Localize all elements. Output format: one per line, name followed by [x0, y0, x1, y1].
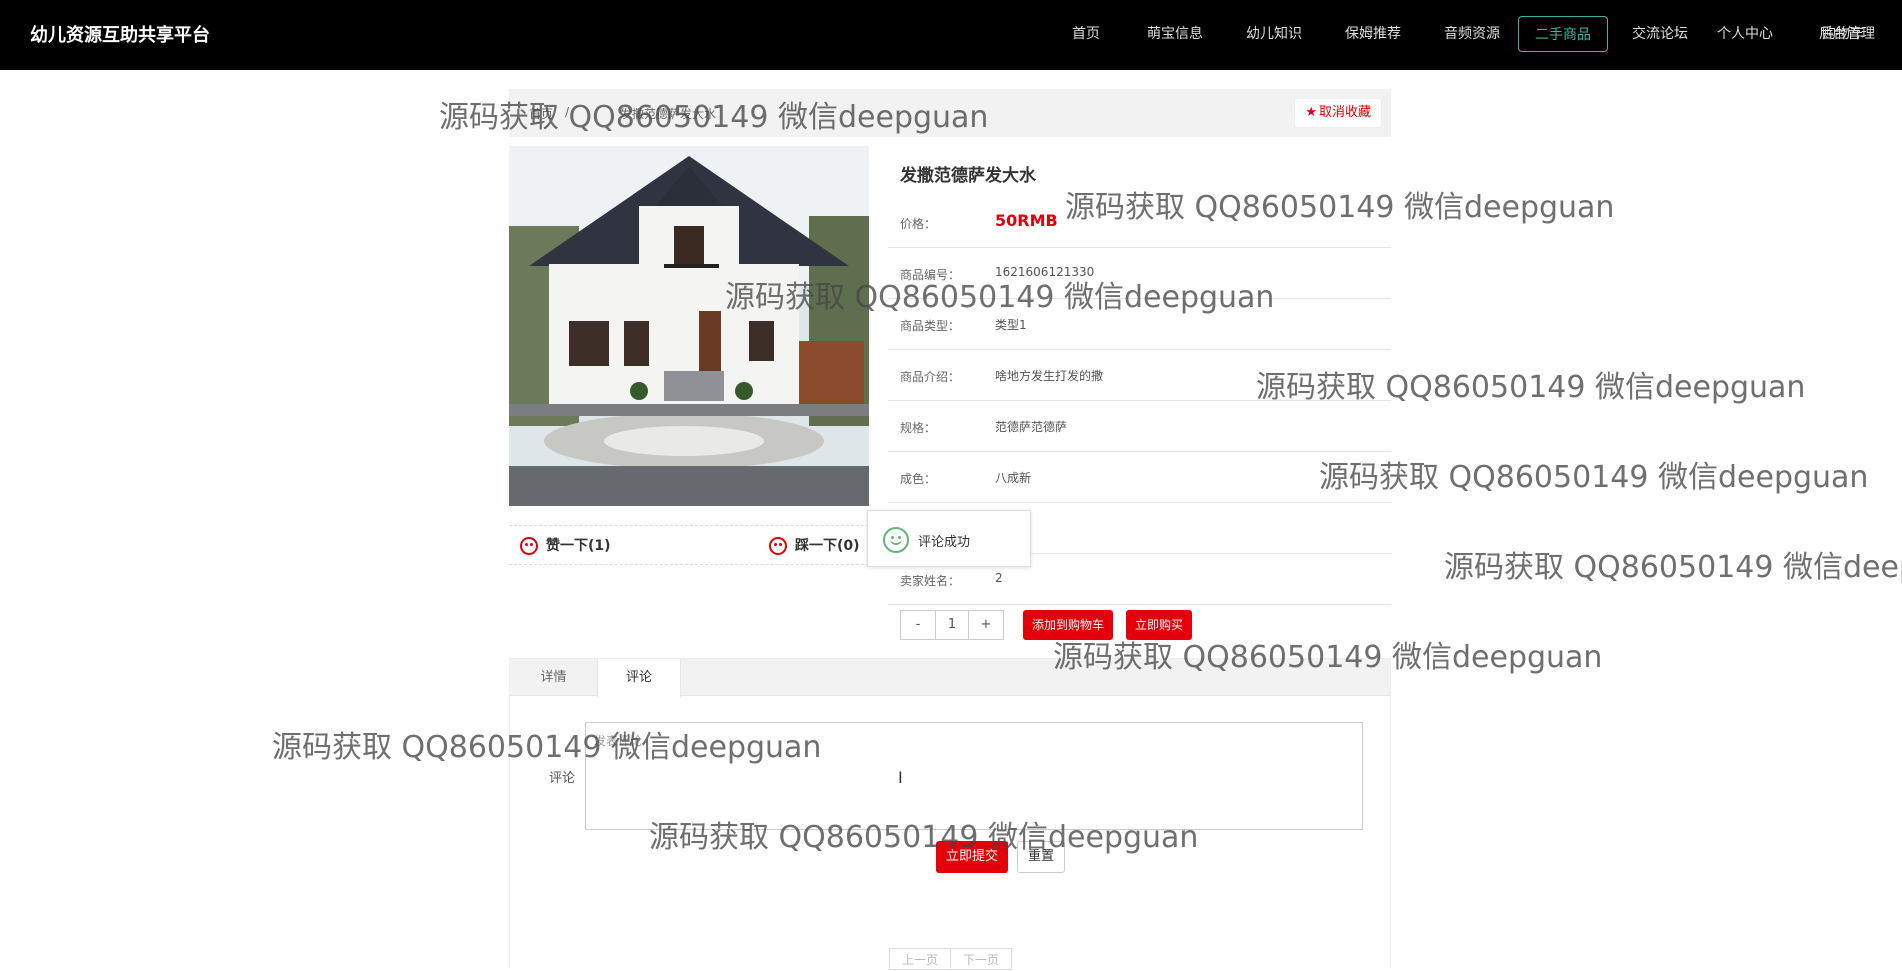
breadcrumb-sep: / — [565, 105, 570, 119]
like-button[interactable]: 赞一下(1) — [520, 535, 611, 555]
detail-row-price: 价格： 50RMB — [888, 197, 1391, 248]
submit-button[interactable]: 立即提交 — [936, 841, 1009, 873]
type-value: 类型1 — [995, 318, 1027, 332]
unfavorite-label: 取消收藏 — [1318, 105, 1371, 120]
increment-button[interactable]: + — [969, 611, 1003, 639]
prev-page-button[interactable]: 上一页 — [890, 949, 950, 969]
condition-value: 八成新 — [995, 471, 1032, 485]
pager: 上一页 下一页 — [889, 948, 1013, 970]
spec-label: 规格： — [900, 421, 937, 435]
detail-row-condition: 成色： 八成新 — [888, 452, 1391, 503]
decrement-button[interactable]: - — [901, 611, 935, 639]
detail-row-spec: 规格： 范德萨范德萨 — [888, 401, 1391, 452]
intro-label: 商品介绍： — [900, 370, 961, 384]
price-value: 50RMB — [995, 211, 1058, 230]
nav-baby-info[interactable]: 萌宝信息 — [1135, 16, 1215, 52]
intro-value: 啥地方发生打发的撒 — [995, 369, 1104, 383]
vote-bar: 赞一下(1) 踩一下(0) — [509, 525, 869, 565]
frown-icon — [769, 537, 787, 555]
like-label: 赞一下(1) — [546, 538, 611, 554]
text-cursor-icon: I — [898, 768, 903, 787]
watermark: 源码获取 QQ86050149 微信deepguan — [1319, 460, 1869, 495]
tab-comment[interactable]: 评论 — [597, 659, 681, 697]
price-label: 价格： — [900, 217, 937, 231]
star-icon: ★ — [1305, 105, 1317, 120]
dislike-button[interactable]: 踩一下(0) — [769, 535, 860, 555]
top-navbar: 幼儿资源互助共享平台 首页 萌宝信息 幼儿知识 保姆推荐 音频资源 二手商品 交… — [0, 0, 1902, 70]
nav-knowledge[interactable]: 幼儿知识 — [1234, 16, 1314, 52]
quantity-stepper: - 1 + — [900, 610, 1004, 640]
condition-label: 成色： — [900, 472, 937, 486]
detail-row-intro: 商品介绍： 啥地方发生打发的撒 — [888, 350, 1391, 401]
success-toast: 评论成功 — [867, 510, 1031, 567]
type-label: 商品类型： — [900, 319, 961, 333]
smile-icon — [520, 537, 538, 555]
sku-value: 1621606121330 — [995, 265, 1095, 279]
add-to-cart-button[interactable]: 添加到购物车 — [1023, 610, 1114, 640]
tab-detail[interactable]: 详情 — [510, 659, 597, 696]
nav-nanny[interactable]: 保姆推荐 — [1333, 16, 1413, 52]
detail-row-type: 商品类型： 类型1 — [888, 299, 1391, 350]
product-title: 发撒范德萨发大水 — [900, 166, 1036, 186]
seller-value: 2 — [995, 571, 1003, 585]
nav-secondhand[interactable]: 二手商品 — [1518, 16, 1608, 52]
nav-audio[interactable]: 音频资源 — [1432, 16, 1512, 52]
comment-placeholder: 发表评论 — [594, 734, 643, 748]
product-image — [509, 146, 869, 506]
comment-textarea[interactable] — [585, 722, 1363, 830]
dislike-label: 踩一下(0) — [795, 538, 860, 554]
tab-header: 详情 评论 — [510, 659, 1390, 697]
spec-value: 范德萨范德萨 — [995, 420, 1068, 434]
next-page-button[interactable]: 下一页 — [950, 949, 1011, 969]
nav-forum[interactable]: 交流论坛 — [1620, 16, 1700, 52]
breadcrumb-home[interactable]: 首页 — [529, 105, 553, 122]
toast-message: 评论成功 — [918, 535, 971, 550]
nav-home[interactable]: 首页 — [1056, 16, 1116, 52]
house-image — [509, 146, 869, 506]
breadcrumb-current: 发撒范德萨发大水 — [620, 107, 717, 121]
comment-label: 评论 — [549, 771, 576, 786]
buy-now-button[interactable]: 立即购买 — [1126, 610, 1193, 640]
breadcrumb: 首页 / 发撒范德萨发大水 ★ 取消收藏 — [509, 89, 1391, 137]
nav-cart[interactable]: 购物车 — [1809, 16, 1877, 52]
seller-label: 卖家姓名： — [900, 574, 961, 588]
unfavorite-button[interactable]: ★ 取消收藏 — [1294, 98, 1382, 128]
watermark: 源码获取 QQ86050149 微信deepguan — [1444, 550, 1902, 585]
reset-button[interactable]: 重置 — [1017, 841, 1066, 873]
quantity-input[interactable]: 1 — [935, 611, 969, 639]
sku-label: 商品编号： — [900, 268, 961, 282]
smile-success-icon — [883, 527, 909, 553]
nav-profile[interactable]: 个人中心 — [1705, 16, 1785, 52]
site-title[interactable]: 幼儿资源互助共享平台 — [30, 21, 210, 47]
detail-row-sku: 商品编号： 1621606121330 — [888, 248, 1391, 299]
